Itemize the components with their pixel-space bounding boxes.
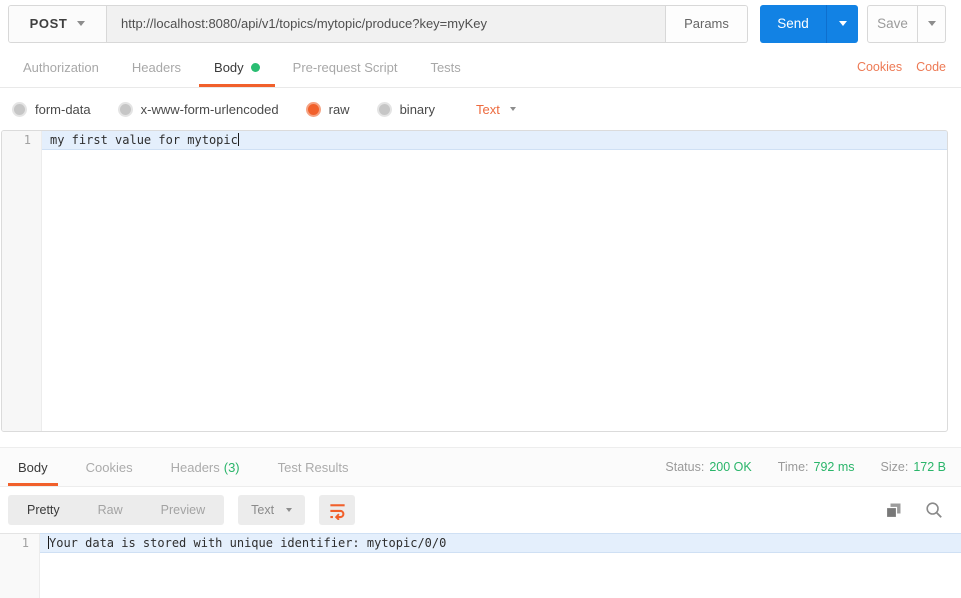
method-label: POST — [29, 16, 68, 31]
radio-icon — [376, 101, 392, 117]
tab-label: Cookies — [85, 459, 133, 475]
mode-raw[interactable]: raw — [305, 101, 350, 117]
response-time: Time: 792 ms — [778, 460, 855, 474]
body-mode-selector: form-data x-www-form-urlencoded raw bina… — [0, 88, 961, 130]
chevron-down-icon — [509, 107, 516, 111]
code-area[interactable]: Your data is stored with unique identifi… — [40, 534, 961, 598]
radio-icon — [117, 101, 133, 117]
request-links: Cookies Code — [857, 47, 946, 87]
code-area[interactable]: my first value for mytopic — [42, 131, 947, 431]
response-format-dropdown[interactable]: Text — [238, 495, 306, 525]
code-link[interactable]: Code — [916, 60, 946, 74]
response-toolbar: Pretty Raw Preview Text — [0, 487, 961, 533]
request-tabs: Authorization Headers Body Pre-request S… — [0, 47, 961, 88]
mode-label: binary — [399, 101, 435, 117]
view-raw-button[interactable]: Raw — [79, 495, 142, 525]
tab-label: Tests — [430, 59, 461, 75]
chevron-down-icon — [927, 21, 936, 26]
method-dropdown[interactable]: POST — [9, 5, 107, 42]
view-preview-button[interactable]: Preview — [142, 495, 224, 525]
line-number: 1 — [23, 133, 31, 147]
copy-icon — [885, 503, 901, 518]
send-button-group: Send — [760, 4, 858, 43]
mode-form-data[interactable]: form-data — [12, 101, 91, 117]
save-button[interactable]: Save — [868, 6, 917, 42]
response-tab-headers[interactable]: Headers (3) — [161, 448, 250, 486]
tab-pre-request-script[interactable]: Pre-request Script — [278, 47, 413, 87]
text-wrap-icon — [329, 503, 345, 520]
tab-label: Body — [18, 459, 48, 475]
chevron-down-icon — [838, 21, 847, 26]
response-header: Body Cookies Headers (3) Test Results St… — [0, 447, 961, 487]
headers-count-badge: (3) — [223, 459, 240, 475]
url-input[interactable]: http://localhost:8080/api/v1/topics/myto… — [107, 5, 665, 42]
chevron-down-icon — [77, 21, 86, 26]
tab-authorization[interactable]: Authorization — [8, 47, 114, 87]
send-button[interactable]: Send — [760, 5, 826, 43]
tab-label: Body — [214, 59, 244, 75]
radio-icon — [12, 101, 27, 117]
status-value: 200 OK — [709, 460, 752, 474]
tab-headers[interactable]: Headers — [117, 47, 196, 87]
url-group: POST http://localhost:8080/api/v1/topics… — [8, 4, 748, 43]
request-bar: POST http://localhost:8080/api/v1/topics… — [0, 0, 961, 47]
status-label: Status: — [665, 460, 705, 474]
line-number-gutter: 1 — [0, 534, 40, 598]
view-pretty-button[interactable]: Pretty — [8, 495, 79, 525]
time-value: 792 ms — [813, 460, 855, 474]
mode-x-www-form-urlencoded[interactable]: x-www-form-urlencoded — [117, 101, 279, 117]
response-tab-test-results[interactable]: Test Results — [268, 448, 359, 486]
save-options-button[interactable] — [917, 5, 945, 42]
response-body-editor[interactable]: 1 Your data is stored with unique identi… — [0, 533, 961, 598]
tab-label: Headers — [170, 459, 220, 475]
radio-selected-icon — [305, 101, 321, 117]
size-value: 172 B — [913, 460, 946, 474]
tab-label: Pre-request Script — [292, 59, 398, 75]
tab-label: Headers — [131, 59, 182, 75]
code-line: my first value for mytopic — [42, 131, 947, 149]
search-response-button[interactable] — [925, 501, 943, 519]
chevron-down-icon — [286, 508, 293, 512]
line-number: 1 — [21, 536, 29, 550]
mode-label: raw — [328, 101, 350, 117]
code-line: Your data is stored with unique identifi… — [40, 534, 961, 552]
time-label: Time: — [777, 460, 809, 474]
response-tab-body[interactable]: Body — [8, 448, 58, 486]
raw-format-dropdown[interactable]: Text — [476, 102, 516, 117]
tab-label: Test Results — [277, 459, 349, 475]
response-size: Size: 172 B — [881, 460, 946, 474]
send-options-button[interactable] — [826, 4, 858, 43]
view-mode-group: Pretty Raw Preview — [8, 495, 225, 525]
text-cursor — [237, 133, 239, 146]
response-tab-cookies[interactable]: Cookies — [76, 448, 143, 486]
status-code: Status: 200 OK — [665, 460, 751, 474]
search-icon — [926, 502, 942, 518]
mode-label: form-data — [35, 101, 91, 117]
save-button-group: Save — [867, 4, 946, 43]
tab-label: Authorization — [23, 59, 99, 75]
body-status-dot-icon — [250, 62, 260, 72]
tab-body[interactable]: Body — [199, 47, 275, 87]
tab-tests[interactable]: Tests — [415, 47, 475, 87]
copy-response-button[interactable] — [884, 501, 903, 520]
size-label: Size: — [880, 460, 909, 474]
mode-label: x-www-form-urlencoded — [140, 101, 279, 117]
format-label: Text — [251, 503, 275, 517]
request-body-editor[interactable]: 1 my first value for mytopic — [1, 130, 948, 432]
format-label: Text — [476, 101, 500, 117]
wrap-text-button[interactable] — [319, 495, 356, 525]
response-status-bar: Status: 200 OK Time: 792 ms Size: 172 B — [665, 448, 946, 486]
params-button[interactable]: Params — [665, 5, 747, 42]
cookies-link[interactable]: Cookies — [857, 60, 902, 74]
line-number-gutter: 1 — [2, 131, 42, 431]
mode-binary[interactable]: binary — [376, 101, 435, 117]
